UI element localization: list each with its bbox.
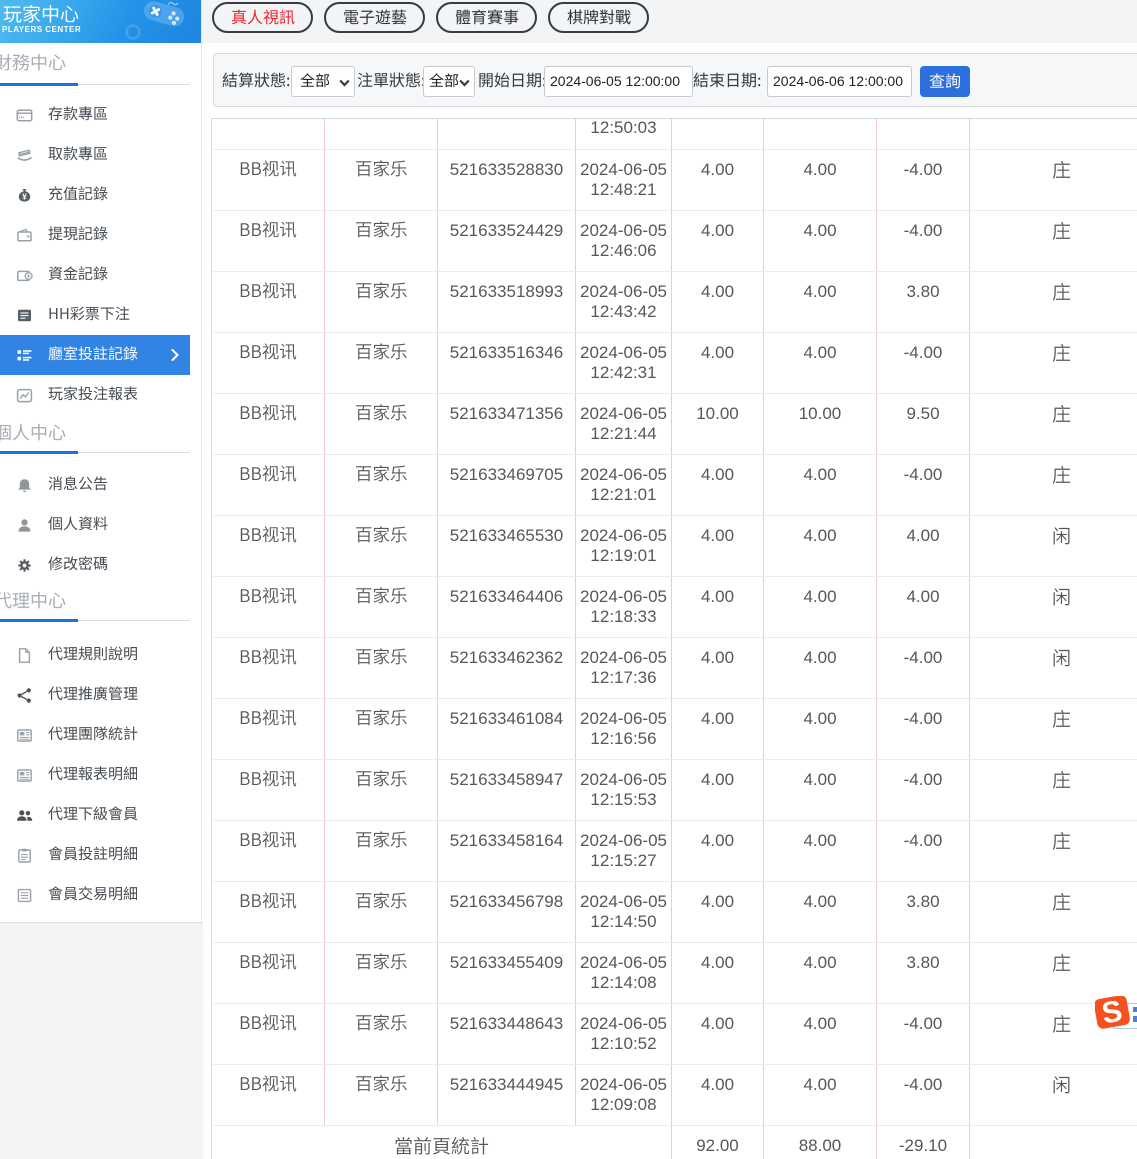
svg-text:¥: ¥ [22, 192, 27, 201]
